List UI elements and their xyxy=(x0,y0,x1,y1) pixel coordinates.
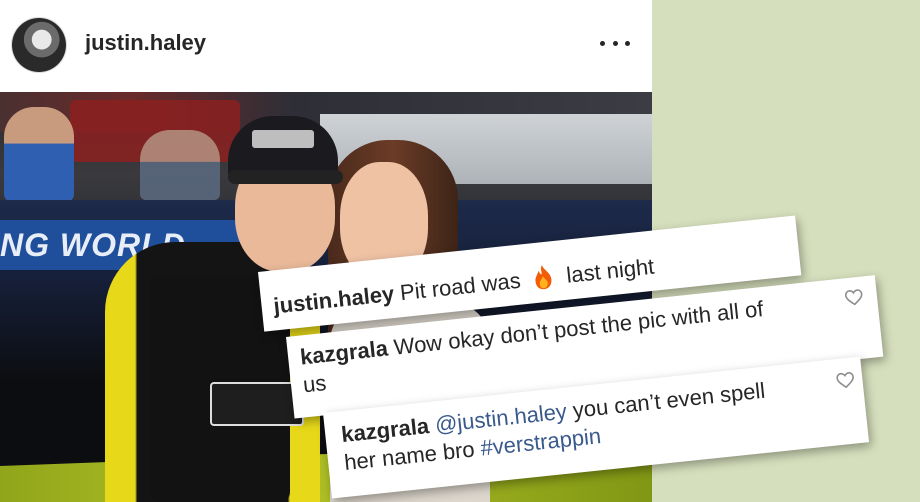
avatar[interactable] xyxy=(12,18,66,72)
heart-outline-icon[interactable] xyxy=(836,371,856,389)
fire-icon xyxy=(535,265,552,290)
post-username[interactable]: justin.haley xyxy=(85,30,206,56)
more-options-icon[interactable] xyxy=(600,30,630,56)
post-header: justin.haley xyxy=(0,0,652,90)
comment-1-username[interactable]: justin.haley xyxy=(272,281,395,319)
heart-outline-icon[interactable] xyxy=(844,289,864,307)
comment-2-username[interactable]: kazgrala xyxy=(299,335,389,369)
